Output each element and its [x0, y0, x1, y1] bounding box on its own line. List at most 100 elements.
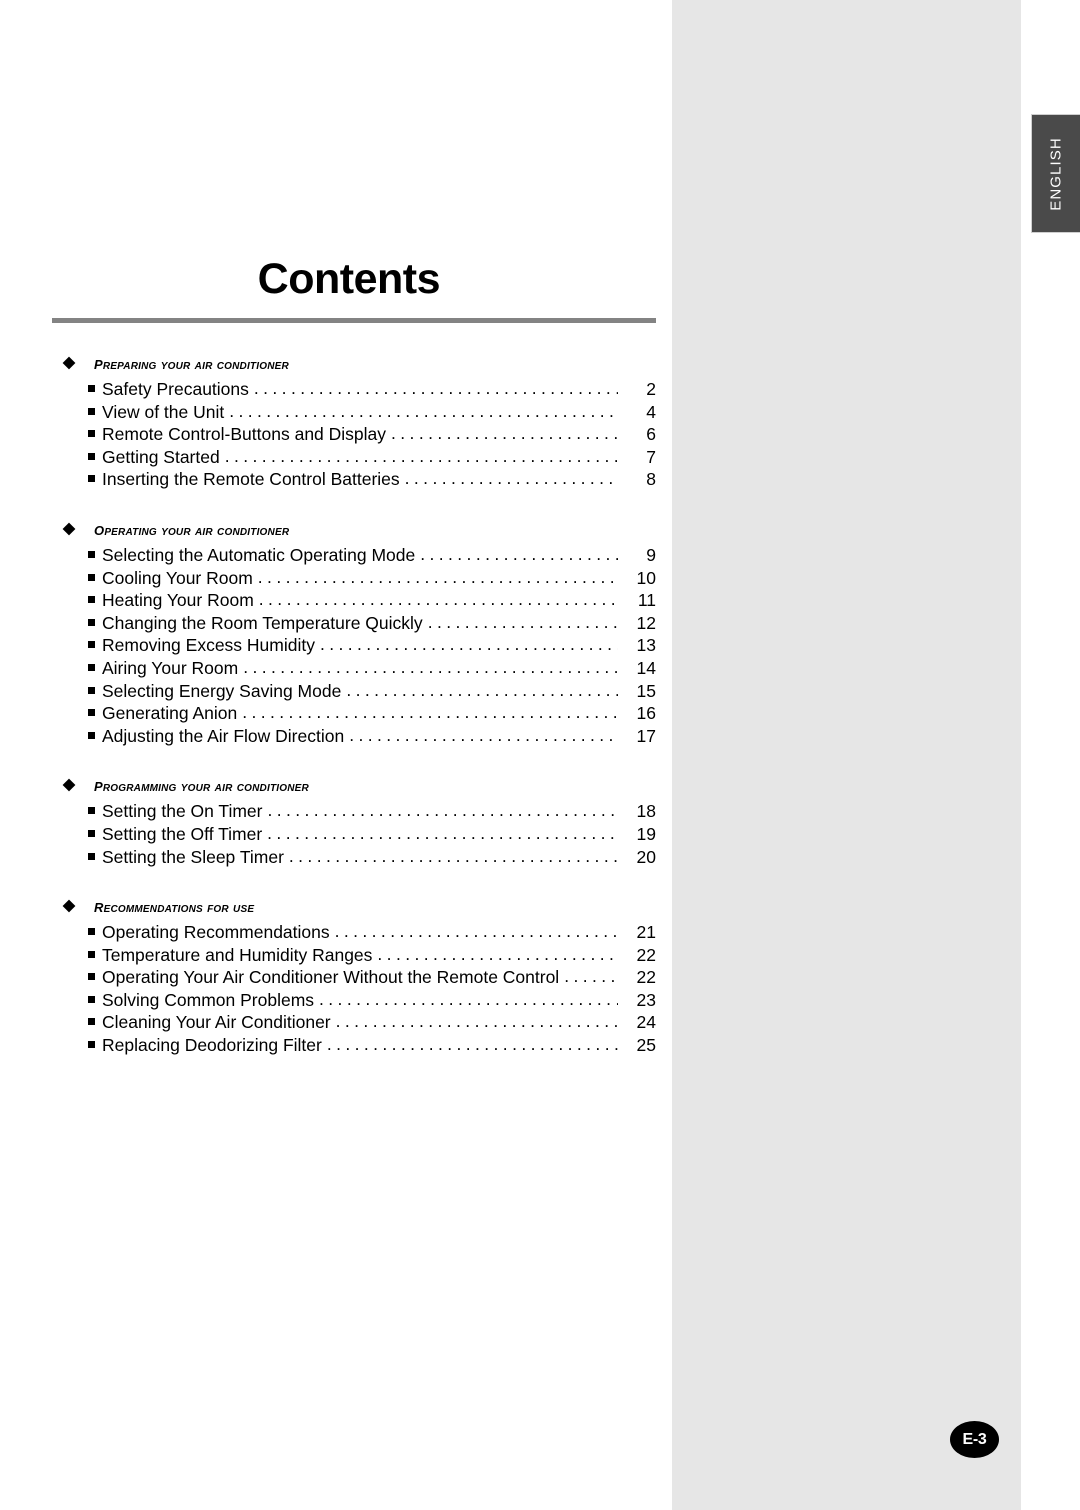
- toc-entry[interactable]: Selecting the Automatic Operating Mode..…: [52, 543, 656, 568]
- contents-sections: Preparing your air conditioner Safety Pre…: [52, 352, 656, 1058]
- page-title: Contents: [257, 255, 441, 303]
- toc-entry-page-number: 22: [636, 967, 656, 988]
- square-bullet-icon: [88, 928, 95, 936]
- toc-entry[interactable]: Safety Precautions......................…: [52, 378, 656, 402]
- toc-leader-dots: ........................................…: [564, 966, 618, 987]
- toc-leader-dots: ........................................…: [349, 724, 618, 745]
- toc-leader-dots: ........................................…: [267, 800, 619, 821]
- toc-entry-page-number: 19: [636, 823, 656, 844]
- square-bullet-icon: [88, 385, 95, 392]
- square-bullet-icon: [88, 407, 95, 415]
- square-bullet-icon: [88, 709, 95, 717]
- square-bullet-icon: [88, 430, 95, 438]
- toc-entry-label: Replacing Deodorizing Filter: [102, 1035, 322, 1056]
- toc-entry-page-number: 17: [636, 725, 656, 746]
- toc-entry-page-number: 16: [636, 703, 656, 724]
- page-number-badge: E-3: [950, 1421, 999, 1458]
- toc-entry-label: Getting Started: [102, 446, 220, 467]
- square-bullet-icon: [88, 1041, 95, 1049]
- toc-entry-page-number: 18: [636, 801, 656, 822]
- section-heading-label: Preparing your air conditioner: [94, 352, 289, 373]
- toc-entry[interactable]: Solving Common Problems.................…: [52, 988, 656, 1013]
- toc-leader-dots: ........................................…: [326, 1034, 618, 1055]
- square-bullet-icon: [88, 686, 95, 694]
- toc-entry-page-number: 12: [636, 612, 656, 633]
- toc-leader-dots: ........................................…: [288, 845, 618, 866]
- manual-page: ENGLISH Contents Preparing your air cond…: [0, 0, 1080, 1510]
- diamond-icon: [62, 778, 76, 792]
- toc-entry-label: Removing Excess Humidity: [102, 635, 315, 656]
- toc-entry[interactable]: Generating Anion........................…: [52, 702, 656, 726]
- toc-entry-page-number: 24: [636, 1012, 656, 1033]
- toc-entry-page-number: 6: [646, 424, 656, 445]
- toc-leader-dots: ........................................…: [319, 988, 618, 1009]
- toc-entry[interactable]: Cooling Your Room.......................…: [52, 567, 656, 591]
- toc-entry[interactable]: Temperature and Humidity Ranges.........…: [52, 944, 656, 968]
- toc-entry-page-number: 25: [636, 1035, 656, 1056]
- toc-entry[interactable]: Changing the Room Temperature Quickly...…: [52, 611, 656, 636]
- toc-entry[interactable]: View of the Unit........................…: [52, 400, 656, 425]
- toc-entry[interactable]: Setting the On Timer....................…: [52, 800, 656, 824]
- toc-entry-page-number: 7: [646, 446, 656, 467]
- toc-entry-page-number: 4: [646, 401, 656, 422]
- toc-entry[interactable]: Selecting Energy Saving Mode............…: [52, 679, 656, 704]
- toc-entry[interactable]: Airing Your Room........................…: [52, 657, 656, 681]
- toc-leader-dots: ........................................…: [229, 400, 618, 421]
- toc-entry[interactable]: Setting the Off Timer...................…: [52, 823, 656, 847]
- toc-entry-label: Temperature and Humidity Ranges: [102, 944, 373, 965]
- toc-entry-label: Changing the Room Temperature Quickly: [102, 612, 423, 633]
- toc-leader-dots: ........................................…: [427, 611, 618, 632]
- toc-leader-dots: ........................................…: [335, 1011, 618, 1032]
- toc-entry-label: Cooling Your Room: [102, 567, 253, 588]
- toc-entry[interactable]: Setting the Sleep Timer.................…: [52, 845, 656, 870]
- toc-entry-label: Setting the On Timer: [102, 801, 263, 822]
- toc-leader-dots: ........................................…: [404, 468, 618, 489]
- language-tab-label: ENGLISH: [1047, 136, 1065, 211]
- toc-entry-page-number: 20: [636, 846, 656, 867]
- square-bullet-icon: [88, 950, 95, 958]
- section-heading-label: Operating your air conditioner: [94, 517, 290, 539]
- diamond-icon: [62, 356, 76, 370]
- section-heading-label: Recommendations for use: [94, 895, 255, 917]
- toc-entry-label: Remote Control-Buttons and Display: [102, 424, 387, 445]
- toc-entry-label: Safety Precautions: [102, 379, 249, 399]
- square-bullet-icon: [88, 731, 95, 739]
- toc-entry-label: Heating Your Room: [102, 590, 254, 611]
- toc-entry[interactable]: Replacing Deodorizing Filter............…: [52, 1034, 656, 1058]
- contents-section: Preparing your air conditioner Safety Pre…: [52, 352, 656, 492]
- diamond-icon: [62, 522, 76, 536]
- toc-entry[interactable]: Heating Your Room.......................…: [52, 589, 656, 613]
- toc-entry[interactable]: Remote Control-Buttons and Display......…: [52, 423, 656, 447]
- toc-entry-label: Operating Recommendations: [102, 922, 330, 943]
- toc-entry[interactable]: Operating Recommendations...............…: [52, 921, 656, 945]
- toc-leader-dots: ........................................…: [224, 445, 618, 466]
- square-bullet-icon: [88, 596, 95, 604]
- toc-leader-dots: ........................................…: [420, 543, 618, 564]
- toc-entry-page-number: 13: [636, 635, 656, 656]
- toc-entry[interactable]: Getting Started.........................…: [52, 445, 656, 470]
- square-bullet-icon: [88, 852, 95, 860]
- toc-entry-label: Selecting the Automatic Operating Mode: [102, 544, 416, 565]
- toc-entry[interactable]: Inserting the Remote Control Batteries..…: [52, 468, 656, 492]
- section-heading: Operating your air conditioner: [52, 518, 656, 540]
- toc-entry-label: Adjusting the Air Flow Direction: [102, 725, 345, 746]
- toc-entry[interactable]: Operating Your Air Conditioner Without t…: [52, 966, 656, 990]
- contents-column: Contents Preparing your air conditioner S…: [52, 258, 656, 1058]
- toc-leader-dots: ........................................…: [391, 423, 618, 444]
- contents-section: Programming your air conditioner Setting …: [52, 774, 656, 869]
- square-bullet-icon: [88, 475, 95, 483]
- section-heading: Recommendations for use: [52, 895, 656, 917]
- square-bullet-icon: [88, 550, 95, 558]
- square-bullet-icon: [88, 1018, 95, 1026]
- language-tab-english: ENGLISH: [1032, 115, 1080, 232]
- toc-leader-dots: ........................................…: [346, 679, 618, 700]
- toc-entry-label: Setting the Off Timer: [102, 823, 263, 844]
- section-heading: Programming your air conditioner: [52, 774, 656, 796]
- square-bullet-icon: [88, 973, 95, 981]
- toc-entry-page-number: 21: [636, 922, 656, 943]
- toc-entry[interactable]: Removing Excess Humidity................…: [52, 634, 656, 658]
- toc-leader-dots: ........................................…: [319, 634, 618, 655]
- toc-entry[interactable]: Cleaning Your Air Conditioner...........…: [52, 1011, 656, 1035]
- page-number-label: E-3: [962, 1430, 987, 1448]
- toc-entry[interactable]: Adjusting the Air Flow Direction........…: [52, 724, 656, 749]
